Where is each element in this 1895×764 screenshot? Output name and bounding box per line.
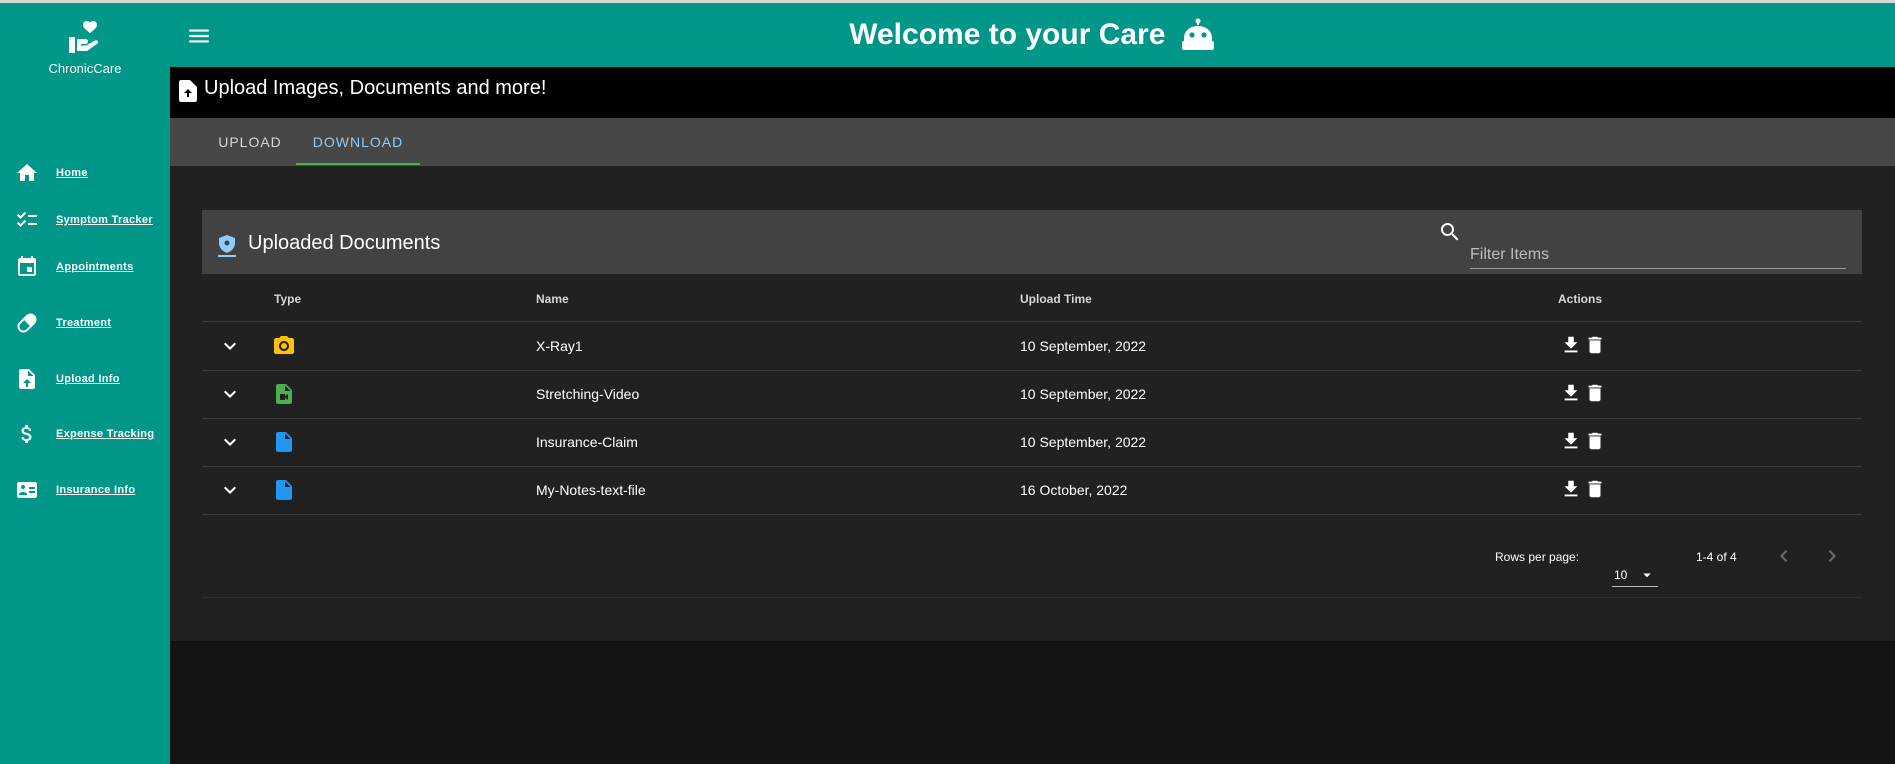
tab-bar: UPLOAD DOWNLOAD: [170, 118, 1895, 166]
sidebar: ChronicCare Home Symptom Tracker Appoint…: [0, 3, 170, 764]
table-row: Insurance-Claim 10 September, 2022: [202, 418, 1862, 467]
download-icon[interactable]: [1560, 430, 1582, 452]
sidebar-item-expense-tracking[interactable]: Expense Tracking: [0, 414, 170, 454]
sidebar-item-label: Treatment: [56, 317, 112, 329]
brand-name: ChronicCare: [48, 61, 122, 76]
page-title: Welcome to your Care: [170, 17, 1895, 52]
pagination-range: 1-4 of 4: [1696, 550, 1737, 564]
robot-icon: [1181, 18, 1214, 51]
video-file-icon: [276, 384, 292, 404]
table-row: My-Notes-text-file 16 October, 2022: [202, 466, 1862, 515]
rows-per-page-value: 10: [1614, 568, 1628, 582]
chevron-down-icon[interactable]: [218, 382, 242, 406]
divider: [202, 597, 1862, 598]
app-header: Welcome to your Care: [170, 3, 1895, 67]
column-header-upload-time[interactable]: Upload Time: [1020, 292, 1092, 306]
table-title: Uploaded Documents: [248, 232, 441, 254]
dropdown-arrow-icon: [1643, 573, 1651, 578]
dollar-icon: [21, 425, 32, 443]
sidebar-item-symptom-tracker[interactable]: Symptom Tracker: [0, 200, 170, 240]
pill-icon: [17, 313, 37, 333]
sidebar-item-label: Upload Info: [56, 373, 120, 385]
tab-upload[interactable]: UPLOAD: [200, 118, 300, 166]
filter-input[interactable]: [1470, 242, 1846, 269]
cell-name: X-Ray1: [536, 338, 583, 354]
rows-per-page-label: Rows per page:: [1495, 550, 1580, 564]
checklist-icon: [17, 211, 37, 227]
banner-text: Upload Images, Documents and more!: [204, 77, 547, 99]
download-icon[interactable]: [1560, 334, 1582, 356]
documents-card: Uploaded Documents Type Name Upload Time…: [202, 210, 1862, 598]
cell-name: Insurance-Claim: [536, 434, 638, 450]
document-icon: [276, 480, 292, 500]
delete-icon[interactable]: [1584, 430, 1606, 452]
download-icon[interactable]: [1560, 382, 1582, 404]
divider: [170, 641, 1895, 643]
page-title-text: Welcome to your Care: [849, 18, 1166, 52]
document-icon: [276, 432, 292, 452]
sidebar-item-label: Home: [56, 167, 88, 179]
cell-name: Stretching-Video: [536, 386, 640, 402]
cell-upload-time: 10 September, 2022: [1020, 338, 1147, 354]
column-header-name[interactable]: Name: [536, 292, 569, 306]
delete-icon[interactable]: [1584, 382, 1606, 404]
tab-indicator: [296, 163, 420, 165]
home-icon: [17, 164, 37, 181]
location-shield-icon: [218, 235, 236, 257]
cell-upload-time: 10 September, 2022: [1020, 434, 1147, 450]
sidebar-item-treatment[interactable]: Treatment: [0, 303, 170, 343]
care-hand-heart-icon: [69, 21, 98, 53]
cell-upload-time: 10 September, 2022: [1020, 386, 1147, 402]
cell-name: My-Notes-text-file: [536, 482, 646, 498]
chevron-down-icon[interactable]: [218, 478, 242, 502]
id-card-icon: [17, 482, 37, 498]
cell-upload-time: 16 October, 2022: [1020, 482, 1128, 498]
file-upload-icon: [19, 369, 35, 389]
sidebar-item-label: Symptom Tracker: [56, 214, 153, 226]
chevron-left-icon[interactable]: [1772, 544, 1796, 568]
upload-banner: Upload Images, Documents and more!: [170, 67, 1895, 118]
delete-icon[interactable]: [1584, 334, 1606, 356]
calendar-icon: [18, 256, 36, 276]
chevron-right-icon[interactable]: [1820, 544, 1844, 568]
column-header-type[interactable]: Type: [274, 292, 301, 306]
chevron-down-icon[interactable]: [218, 334, 242, 358]
search-icon[interactable]: [1438, 220, 1462, 244]
tab-download[interactable]: DOWNLOAD: [296, 118, 420, 166]
rows-per-page-select[interactable]: 10: [1612, 556, 1658, 587]
sidebar-item-appointments[interactable]: Appointments: [0, 247, 170, 287]
chevron-down-icon[interactable]: [218, 430, 242, 454]
file-upload-icon: [179, 80, 197, 102]
camera-icon: [274, 336, 294, 354]
table-row: X-Ray1 10 September, 2022: [202, 322, 1862, 371]
column-header-actions: Actions: [1558, 292, 1603, 306]
sidebar-item-insurance-info[interactable]: Insurance Info: [0, 470, 170, 510]
table-toolbar: Uploaded Documents: [202, 210, 1862, 274]
brand[interactable]: ChronicCare: [0, 19, 170, 76]
sidebar-item-label: Expense Tracking: [56, 428, 155, 440]
sidebar-item-upload-info[interactable]: Upload Info: [0, 359, 170, 399]
sidebar-item-label: Insurance Info: [56, 484, 136, 496]
sidebar-item-home[interactable]: Home: [0, 153, 170, 193]
sidebar-item-label: Appointments: [56, 261, 134, 273]
table-row: Stretching-Video 10 September, 2022: [202, 370, 1862, 419]
delete-icon[interactable]: [1584, 478, 1606, 500]
download-icon[interactable]: [1560, 478, 1582, 500]
